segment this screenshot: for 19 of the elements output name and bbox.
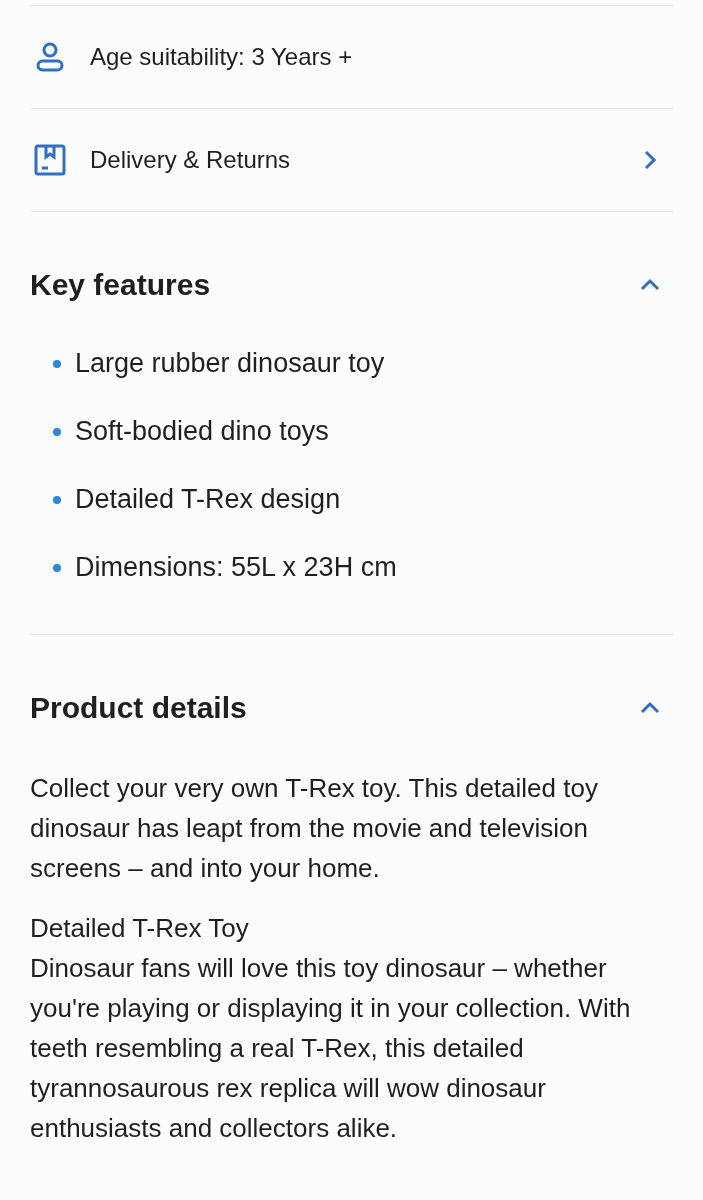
bullet-icon bbox=[53, 427, 61, 436]
info-label: Age suitability: 3 Years + bbox=[90, 42, 354, 72]
bullet-icon bbox=[53, 495, 61, 504]
feature-item: Soft-bodied dino toys bbox=[75, 415, 329, 448]
feature-item: Detailed T-Rex design bbox=[75, 483, 341, 516]
description-paragraph: Dinosaur fans will love this toy dinosaur – whether you're playing or displaying it in your collection. With teeth resembling a real T-Rex, this detailed tyrannosaurous rex replica will wow dinosaur enthusiasts and collectors alike. bbox=[30, 952, 632, 1145]
section-heading: Key features bbox=[30, 267, 211, 303]
box-icon bbox=[34, 144, 66, 176]
description-paragraph: Collect your very own T-Rex toy. This detailed toy dinosaur has leapt from the movie and television screens – and into your home. bbox=[30, 772, 599, 885]
info-label[interactable]: Delivery & Returns bbox=[90, 142, 643, 178]
section-heading: Product details bbox=[30, 690, 247, 726]
bullet-icon bbox=[53, 563, 61, 572]
feature-item: Dimensions: 55L x 23H cm bbox=[75, 551, 397, 584]
chevron-up-icon[interactable] bbox=[639, 277, 661, 292]
bullet-icon bbox=[53, 359, 61, 368]
description-subheading: Detailed T-Rex Toy bbox=[30, 912, 250, 945]
feature-item: Large rubber dinosaur toy bbox=[75, 347, 385, 380]
person-icon bbox=[34, 41, 66, 73]
chevron-up-icon[interactable] bbox=[639, 700, 661, 715]
